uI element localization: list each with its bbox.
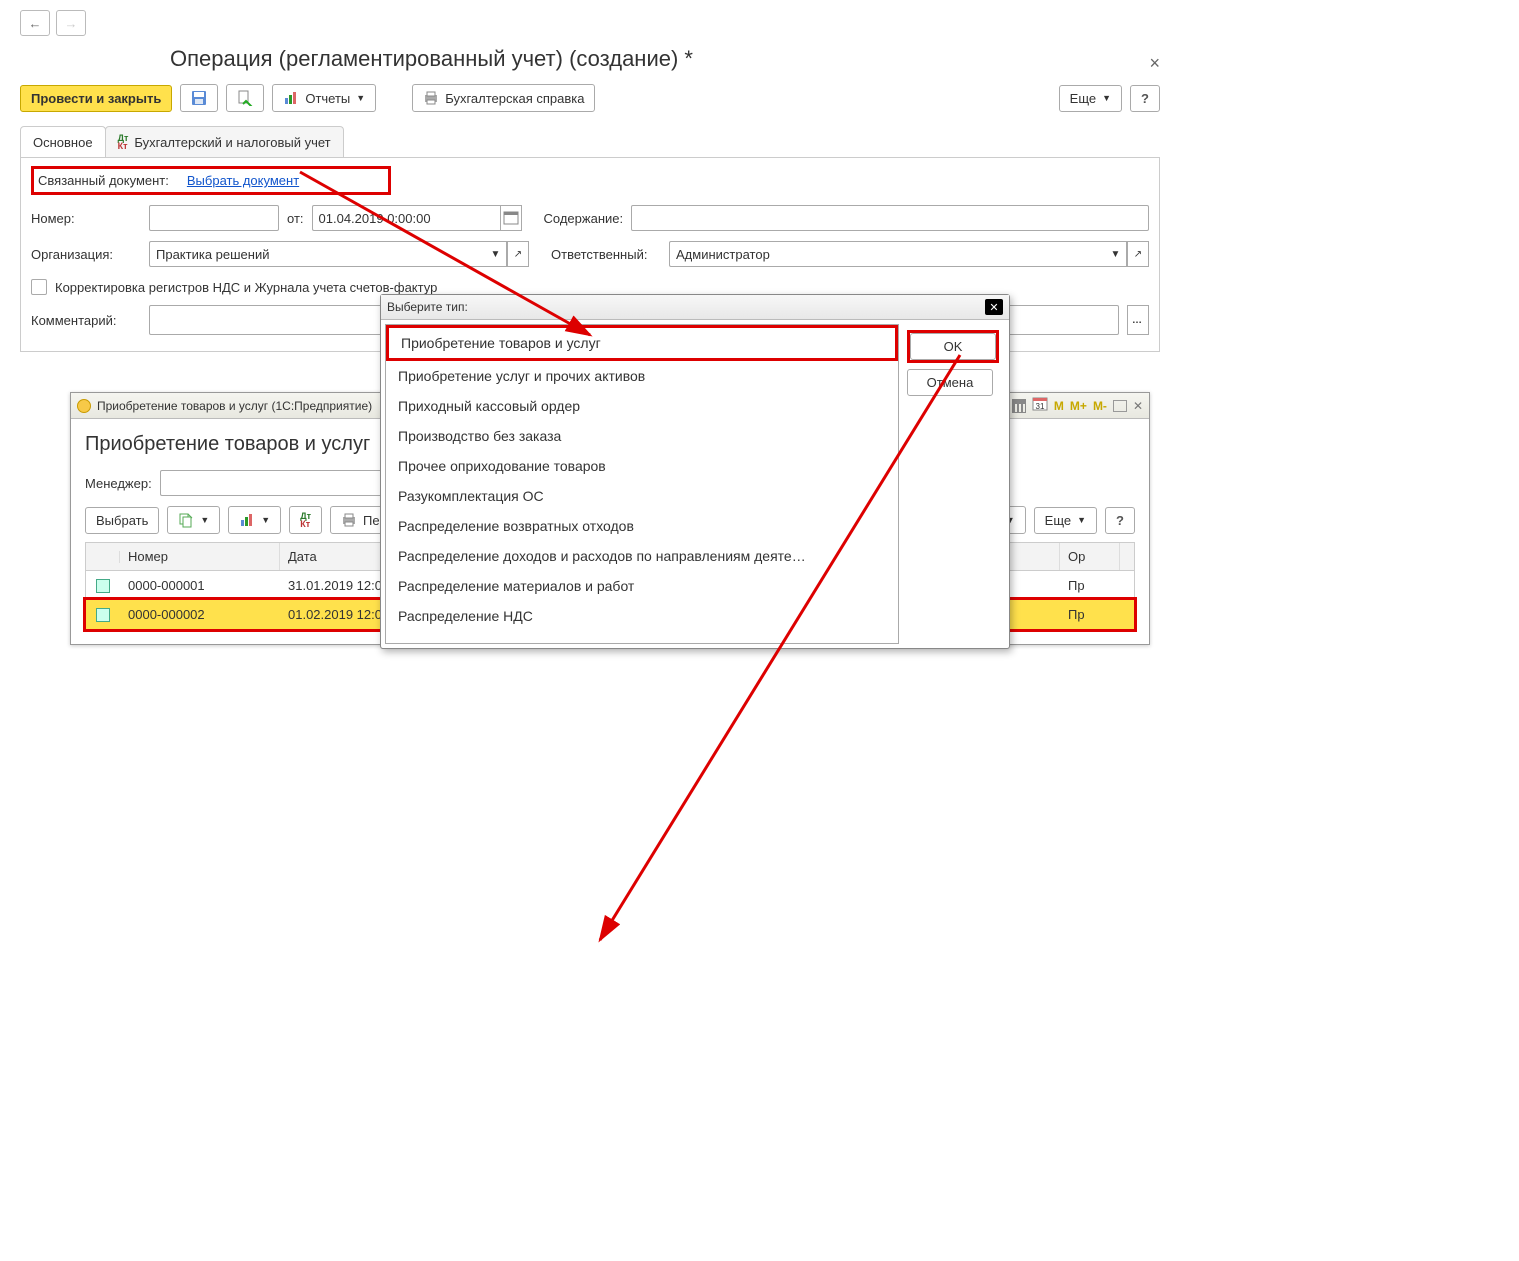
- help-button-2[interactable]: ?: [1105, 507, 1135, 534]
- acc-note-label: Бухгалтерская справка: [445, 91, 584, 106]
- svg-text:31: 31: [1035, 402, 1044, 411]
- type-item-2[interactable]: Приходный кассовый ордер: [386, 391, 898, 421]
- org-input[interactable]: Практика решений: [149, 241, 485, 267]
- number-input[interactable]: [149, 205, 279, 231]
- chart-icon: [283, 90, 299, 106]
- chart-icon: [239, 512, 255, 528]
- chevron-down-icon: ▼: [1102, 93, 1111, 103]
- page-title: Операция (регламентированный учет) (созд…: [170, 46, 693, 72]
- win-close-icon[interactable]: ✕: [1133, 399, 1143, 413]
- create-from-button[interactable]: ▼: [167, 506, 220, 534]
- floppy-icon: [191, 90, 207, 106]
- reports-label: Отчеты: [305, 91, 350, 106]
- help-button[interactable]: ?: [1130, 85, 1160, 112]
- doc-status-icon: [96, 579, 110, 593]
- type-item-5[interactable]: Разукомплектация ОС: [386, 481, 898, 511]
- dtkt-button[interactable]: ДтКт: [289, 506, 322, 534]
- nav-fwd-button[interactable]: →: [56, 10, 86, 36]
- resp-label: Ответственный:: [551, 247, 661, 262]
- more-button[interactable]: Еще ▼: [1059, 85, 1122, 112]
- chevron-down-icon: ▼: [261, 515, 270, 525]
- org-label: Организация:: [31, 247, 141, 262]
- org-dropdown-button[interactable]: ▼: [485, 241, 507, 267]
- col-date-label: Дата: [288, 549, 317, 564]
- post-button[interactable]: [226, 84, 264, 112]
- type-item-3[interactable]: Производство без заказа: [386, 421, 898, 451]
- mem-mplus[interactable]: M+: [1070, 399, 1087, 413]
- date-input[interactable]: 01.04.2019 0:00:00: [312, 205, 500, 231]
- chevron-down-icon: ▼: [356, 93, 365, 103]
- type-dialog-title: Выберите тип:: [387, 300, 468, 314]
- post-close-button[interactable]: Провести и закрыть: [20, 85, 172, 112]
- nav-back-button[interactable]: ←: [20, 10, 50, 36]
- close-icon[interactable]: ×: [1149, 53, 1160, 74]
- type-dialog-close-icon[interactable]: ✕: [985, 299, 1003, 315]
- tab-acc-tax[interactable]: ДтКт Бухгалтерский и налоговый учет: [105, 126, 344, 157]
- reports-button-2[interactable]: ▼: [228, 506, 281, 534]
- post-icon: [237, 90, 253, 106]
- more-button-2[interactable]: Еще ▼: [1034, 507, 1097, 534]
- type-item-7[interactable]: Распределение доходов и расходов по напр…: [386, 541, 898, 571]
- org-open-button[interactable]: ↗: [507, 241, 529, 267]
- comment-ellipsis-button[interactable]: …: [1127, 305, 1149, 335]
- resp-input[interactable]: Администратор: [669, 241, 1105, 267]
- type-ok-button[interactable]: OK: [910, 333, 996, 360]
- select-button[interactable]: Выбрать: [85, 507, 159, 534]
- vat-label: Корректировка регистров НДС и Журнала уч…: [55, 280, 437, 295]
- manager-label: Менеджер:: [85, 476, 152, 491]
- tab-acc-tax-label: Бухгалтерский и налоговый учет: [134, 135, 330, 150]
- more-label: Еще: [1070, 91, 1096, 106]
- from-label: от:: [287, 211, 304, 226]
- resp-dropdown-button[interactable]: ▼: [1105, 241, 1127, 267]
- cell-num: 0000-000002: [120, 600, 280, 629]
- number-label: Номер:: [31, 211, 141, 226]
- cell-org: Пр: [1060, 600, 1120, 629]
- subject-input[interactable]: [631, 205, 1149, 231]
- chevron-down-icon: ▼: [200, 515, 209, 525]
- win-min-icon[interactable]: [1113, 400, 1127, 412]
- choose-document-link[interactable]: Выбрать документ: [187, 173, 299, 188]
- vat-checkbox[interactable]: [31, 279, 47, 295]
- dtkt-icon: ДтКт: [300, 512, 311, 528]
- win2-titlebar-text: Приобретение товаров и услуг (1С:Предпри…: [97, 399, 372, 413]
- mem-mminus[interactable]: M-: [1093, 399, 1107, 413]
- calendar-icon: [503, 210, 519, 226]
- chevron-down-icon: ▼: [1077, 515, 1086, 525]
- linked-label: Связанный документ:: [38, 173, 169, 188]
- type-item-9[interactable]: Распределение НДС: [386, 601, 898, 631]
- col-org[interactable]: Ор: [1060, 543, 1120, 570]
- type-item-1[interactable]: Приобретение услуг и прочих активов: [386, 361, 898, 391]
- tab-main[interactable]: Основное: [20, 126, 106, 157]
- subject-label: Содержание:: [544, 211, 624, 226]
- cell-num: 0000-000001: [120, 571, 280, 600]
- resp-open-button[interactable]: ↗: [1127, 241, 1149, 267]
- type-item-8[interactable]: Распределение материалов и работ: [386, 571, 898, 601]
- acc-note-button[interactable]: Бухгалтерская справка: [412, 84, 595, 112]
- type-dialog: Выберите тип: ✕ Приобретение товаров и у…: [380, 294, 1010, 649]
- cell-org: Пр: [1060, 571, 1120, 600]
- print-icon: [341, 512, 357, 528]
- help-label: ?: [1116, 513, 1124, 528]
- mem-m[interactable]: M: [1054, 399, 1064, 413]
- print-icon: [423, 90, 439, 106]
- doc-status-icon: [96, 608, 110, 622]
- calc-icon[interactable]: [1012, 399, 1026, 413]
- type-item-6[interactable]: Распределение возвратных отходов: [386, 511, 898, 541]
- calendar-icon[interactable]: 31: [1032, 396, 1048, 415]
- type-list[interactable]: Приобретение товаров и услуг Приобретени…: [385, 324, 899, 644]
- type-cancel-button[interactable]: Отмена: [907, 369, 993, 396]
- app-icon: [77, 399, 91, 413]
- comment-label: Комментарий:: [31, 313, 141, 328]
- help-label: ?: [1141, 91, 1149, 106]
- calendar-button[interactable]: [500, 205, 522, 231]
- type-item-4[interactable]: Прочее оприходование товаров: [386, 451, 898, 481]
- doc-copy-icon: [178, 512, 194, 528]
- save-button[interactable]: [180, 84, 218, 112]
- reports-button[interactable]: Отчеты ▼: [272, 84, 376, 112]
- dtkt-icon: ДтКт: [118, 134, 129, 150]
- col-number[interactable]: Номер: [120, 543, 280, 570]
- type-item-0[interactable]: Приобретение товаров и услуг: [389, 328, 895, 358]
- more-label: Еще: [1045, 513, 1071, 528]
